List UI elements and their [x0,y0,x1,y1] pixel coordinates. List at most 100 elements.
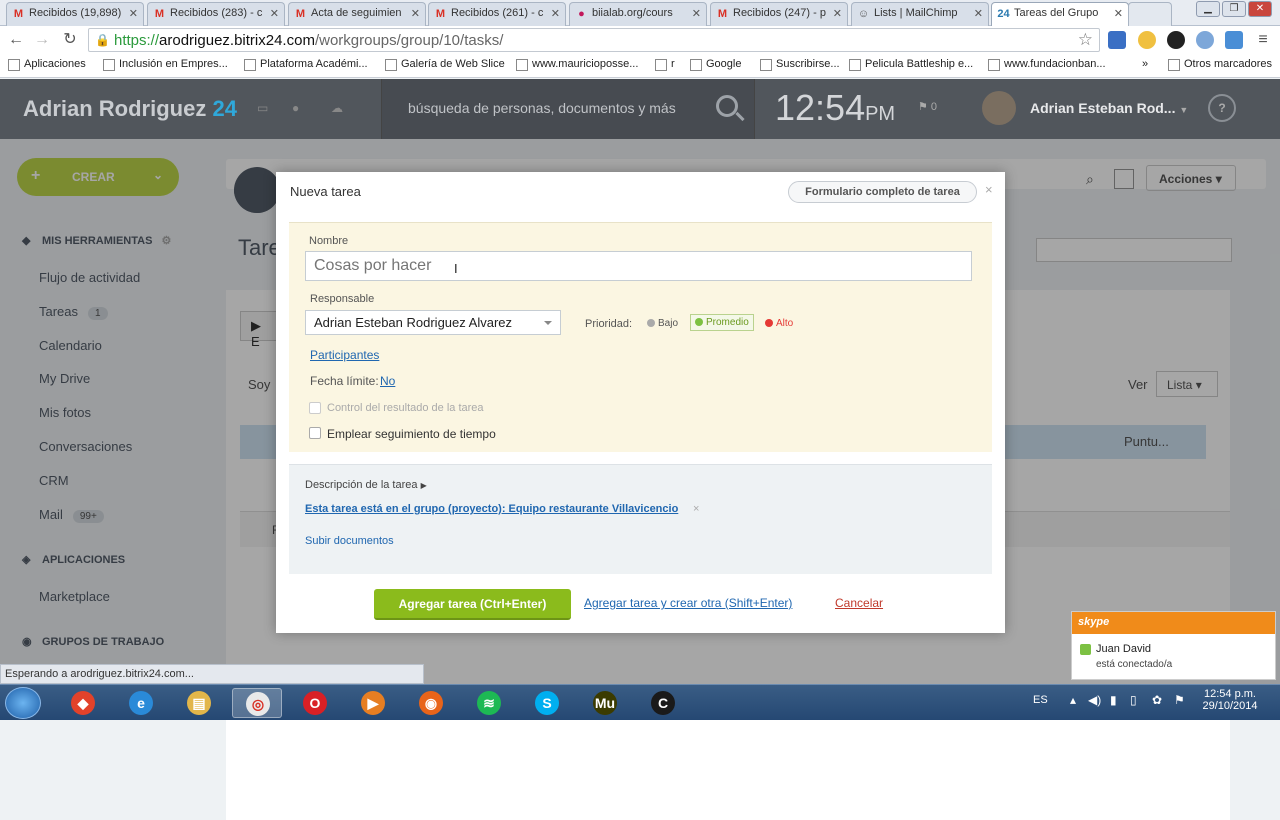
browser-tab[interactable]: M Recibidos (283) - c ✕ [147,2,285,26]
search-input[interactable]: búsqueda de personas, documentos y más [408,100,676,116]
chrome-icon[interactable]: ◎ [232,688,282,718]
bookmark-item[interactable]: Google [690,58,741,71]
language-indicator[interactable]: ES [1033,694,1048,706]
back-button[interactable]: ← [6,30,26,50]
tray-arrow-icon[interactable]: ▴ [1070,693,1076,707]
header-search[interactable]: búsqueda de personas, documentos y más [381,79,755,139]
browser-tab[interactable]: M Recibidos (247) - p ✕ [710,2,848,26]
extension-round-icon[interactable] [1167,31,1185,49]
user-name-menu[interactable]: Adrian Esteban Rod... ▼ [1030,100,1188,116]
bookmark-item[interactable]: Plataforma Académi... [244,58,368,71]
opera-red-icon[interactable]: O [290,688,340,718]
browser-tab[interactable]: 24 Tareas del Grupo ✕ [991,2,1129,27]
extension-delicious-icon[interactable] [1108,31,1126,49]
close-icon[interactable]: × [985,182,993,197]
chat-icon[interactable]: ▭ [257,101,271,115]
control-result-label: Control del resultado de la tarea [327,402,484,414]
close-tab-icon[interactable]: ✕ [1114,7,1123,20]
firefox-icon[interactable]: ◉ [406,688,456,718]
priority-medium[interactable]: Promedio [690,314,754,331]
opera-icon[interactable]: ◆ [58,688,108,718]
cancel-link[interactable]: Cancelar [835,596,883,610]
time-tracking-checkbox[interactable] [309,427,321,439]
spotify-icon[interactable]: ≋ [464,688,514,718]
bookmark-item[interactable]: Otros marcadores [1168,58,1272,71]
close-tab-icon[interactable]: ✕ [270,7,279,20]
muse-icon[interactable]: Mu [580,688,630,718]
cloud-icon[interactable]: ☁ [331,101,345,115]
network-icon[interactable]: ▮ [1110,693,1117,707]
browser-status-bar: Esperando a arodriguez.bitrix24.com... [0,664,424,684]
add-task-button[interactable]: Agregar tarea (Ctrl+Enter) [374,589,571,620]
skype-notification[interactable]: skype Juan David está conectado/a [1071,611,1276,680]
bookmark-item[interactable]: » [1142,58,1148,70]
bookmark-item[interactable]: Suscribirse... [760,58,840,71]
close-window-button[interactable]: ✕ [1248,1,1272,17]
search-icon[interactable] [716,95,738,117]
gmail-icon: M [717,8,728,20]
help-icon[interactable]: ? [1208,94,1236,122]
control-result-checkbox[interactable] [309,402,321,414]
browser-tab[interactable]: M Recibidos (261) - c ✕ [428,2,566,26]
power-icon[interactable]: ▯ [1130,693,1137,707]
priority-low[interactable]: Bajo [647,318,678,329]
bookmark-item[interactable]: Aplicaciones [8,58,86,71]
task-form: Nombre I Responsable Adrian Esteban Rodr… [289,222,992,452]
bookmark-star-icon[interactable]: ☆ [1078,30,1093,50]
address-bar[interactable]: 🔒 https://arodriguez.bitrix24.com/workgr… [88,28,1100,52]
bookmark-item[interactable]: Inclusión en Empres... [103,58,228,71]
browser-tab[interactable]: M Acta de seguimien ✕ [288,2,426,26]
taskbar-clock[interactable]: 12:54 p.m. 29/10/2014 [1198,688,1262,712]
add-another-link[interactable]: Agregar tarea y crear otra (Shift+Enter) [584,596,792,610]
maximize-button[interactable]: ❐ [1222,1,1246,17]
user-avatar[interactable] [982,91,1016,125]
action-center-icon[interactable]: ⚑ [1174,693,1185,707]
responsible-select[interactable]: Adrian Esteban Rodriguez Alvarez [305,310,561,335]
new-tab-button[interactable] [1128,2,1172,26]
extension-smile-icon[interactable] [1138,31,1156,49]
name-label: Nombre [309,235,349,247]
flag-counter[interactable]: ⚑ 0 [918,100,937,113]
close-tab-icon[interactable]: ✕ [692,7,701,20]
ie-icon[interactable]: e [116,688,166,718]
bookmark-item[interactable]: Pelicula Battleship e... [849,58,973,71]
close-tab-icon[interactable]: ✕ [974,7,983,20]
group-link[interactable]: Esta tarea está en el grupo (proyecto): … [305,503,678,515]
participants-link[interactable]: Participantes [310,348,379,362]
browser-tab[interactable]: M Recibidos (19,898) ✕ [6,2,144,26]
bookmark-icon [1168,59,1180,71]
full-form-button[interactable]: Formulario completo de tarea [788,181,977,203]
menu-icon[interactable]: ≡ [1254,31,1272,49]
close-tab-icon[interactable]: ✕ [129,7,138,20]
extension-mail-icon[interactable] [1225,31,1243,49]
camtasia-icon[interactable]: C [638,688,688,718]
upload-link[interactable]: Subir documentos [305,535,394,547]
media-player-icon[interactable]: ▶ [348,688,398,718]
header-clock[interactable]: 12:54PM [775,87,895,129]
forward-button[interactable]: → [32,30,52,50]
bell-icon[interactable]: ● [292,101,306,115]
bookmark-item[interactable]: r [655,58,675,71]
close-tab-icon[interactable]: ✕ [833,7,842,20]
volume-icon[interactable]: ◀) [1088,693,1101,707]
close-tab-icon[interactable]: ✕ [411,7,420,20]
skype-icon[interactable]: S [522,688,572,718]
tray-app-icon[interactable]: ✿ [1152,693,1162,707]
bookmark-item[interactable]: www.fundacionban... [988,58,1106,71]
close-tab-icon[interactable]: ✕ [551,7,560,20]
browser-tab[interactable]: ● biialab.org/cours ✕ [569,2,707,26]
bookmark-item[interactable]: www.mauricioposse... [516,58,638,71]
remove-group-icon[interactable]: × [693,503,699,515]
task-name-input[interactable] [305,251,972,281]
browser-tab[interactable]: ☺ Lists | MailChimp ✕ [851,2,989,26]
deadline-link[interactable]: No [380,374,395,388]
reload-button[interactable]: ↻ [60,30,80,50]
extension-globe-icon[interactable] [1196,31,1214,49]
explorer-icon[interactable]: ▤ [174,688,224,718]
bookmark-item[interactable]: Galería de Web Slice [385,58,505,71]
minimize-button[interactable]: ▁ [1196,1,1220,17]
priority-high[interactable]: Alto [765,318,793,329]
description-toggle[interactable]: Descripción de la tarea ▶ [305,479,427,491]
start-button[interactable] [5,687,41,719]
portal-logo[interactable]: Adrian Rodriguez 24 [23,96,237,122]
